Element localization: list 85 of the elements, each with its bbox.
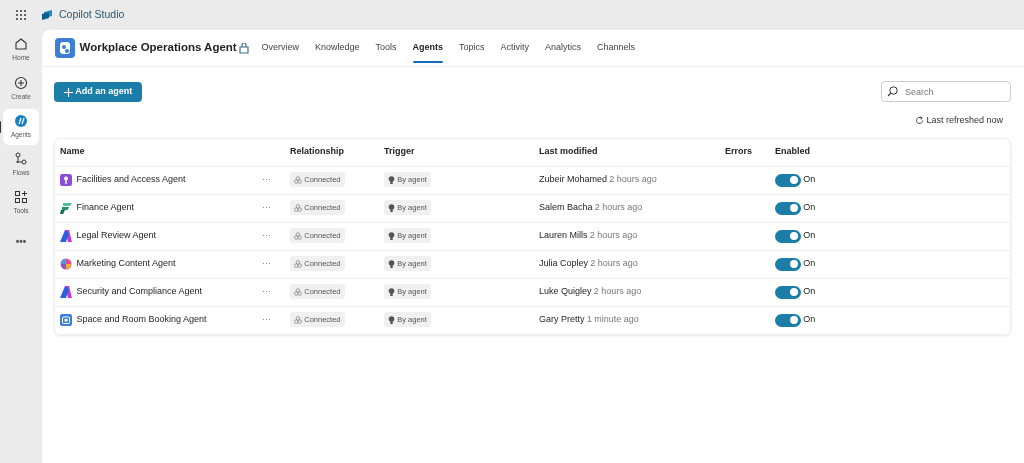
agent-name[interactable]: Space and Room Booking Agent (76, 313, 207, 327)
tools-icon (14, 190, 28, 205)
agent-logo-icon (60, 286, 72, 298)
agent-icon (55, 38, 75, 58)
refresh-icon[interactable] (915, 116, 925, 126)
tab[interactable]: Overview (253, 29, 307, 67)
toggle-label: On (803, 201, 816, 215)
link-icon (294, 315, 302, 324)
modified-time: 2 hours ago (594, 201, 643, 215)
bulb-icon (388, 259, 395, 268)
toggle-label: On (803, 257, 816, 271)
column-header: Name (60, 146, 85, 157)
app-launcher-icon[interactable] (16, 10, 26, 20)
column-header: Last modified (539, 146, 598, 157)
toggle-switch[interactable] (775, 173, 801, 187)
more-options-button[interactable]: ··· (262, 286, 271, 297)
agent-name[interactable]: Finance Agent (76, 201, 135, 215)
more-options-button[interactable]: ··· (262, 202, 271, 213)
column-header: Errors (725, 146, 752, 157)
refresh-status: Last refreshed now (926, 114, 1003, 127)
toggle-label: On (803, 285, 816, 299)
search-icon (887, 86, 898, 97)
tab[interactable]: Activity (492, 29, 538, 67)
toggle-switch[interactable] (775, 229, 801, 243)
toggle-switch[interactable] (775, 201, 801, 215)
modified-by: Julia Copley (539, 257, 589, 271)
tab[interactable]: Agents (404, 29, 452, 67)
agent-name[interactable]: Security and Compliance Agent (76, 285, 203, 299)
modified-by: Zubeir Mohamed (539, 173, 608, 187)
modified-time: 1 minute ago (586, 313, 639, 327)
modified-by: Salem Bacha (539, 201, 593, 215)
more-options-button[interactable]: ··· (262, 230, 271, 241)
link-icon (294, 287, 302, 296)
toggle-switch[interactable] (775, 285, 801, 299)
bulb-icon (388, 287, 395, 296)
agent-name[interactable]: Legal Review Agent (76, 229, 157, 243)
bulb-icon (388, 315, 395, 324)
key-icon (60, 174, 72, 186)
link-icon (294, 231, 302, 240)
tab[interactable]: Analytics (537, 29, 590, 67)
flow-icon (14, 152, 28, 167)
modified-time: 2 hours ago (590, 257, 638, 271)
agent-name[interactable]: Marketing Content Agent (76, 257, 176, 271)
more-button[interactable]: ••• (3, 223, 39, 260)
app-title: Copilot Studio (59, 7, 125, 23)
add-agent-button[interactable]: Add an agent (54, 82, 143, 102)
more-options-button[interactable]: ··· (262, 314, 271, 325)
plus-circle-icon (14, 75, 28, 90)
copilot-icon (60, 258, 72, 270)
more-options-button[interactable]: ··· (262, 258, 271, 269)
toggle-label: On (803, 173, 816, 187)
tab[interactable]: Tools (367, 29, 405, 67)
bulb-icon (388, 231, 395, 240)
bulb-icon (388, 203, 395, 212)
modified-by: Luke Quigley (539, 285, 592, 299)
toggle-switch[interactable] (775, 257, 801, 271)
agent-title: Workplace Operations Agent (79, 40, 237, 56)
toggle-label: On (803, 313, 816, 327)
link-icon (294, 203, 302, 212)
logo-icon (42, 10, 54, 20)
toggle-label: On (803, 229, 816, 243)
agent-name[interactable]: Facilities and Access Agent (76, 173, 186, 187)
toggle-switch[interactable] (775, 313, 801, 327)
tab[interactable]: Channels (589, 29, 644, 67)
column-header: Enabled (775, 146, 810, 157)
more-options-button[interactable]: ··· (262, 174, 271, 185)
modified-time: 2 hours ago (609, 173, 657, 187)
modified-by: Lauren Mills (539, 229, 588, 243)
agent-logo-icon (60, 230, 72, 242)
link-icon (294, 259, 302, 268)
home-icon (14, 37, 28, 52)
agents-icon (14, 113, 28, 128)
plus-icon (64, 87, 73, 97)
bulb-icon (388, 175, 395, 184)
tab[interactable]: Topics (451, 29, 493, 67)
tab[interactable]: Knowledge (306, 29, 368, 67)
modified-time: 2 hours ago (593, 285, 642, 299)
column-header: Relationship (290, 146, 344, 157)
search-field[interactable]: Search (881, 81, 1011, 102)
modified-time: 2 hours ago (589, 229, 638, 243)
link-icon (294, 175, 302, 184)
column-header: Trigger (384, 146, 415, 157)
modified-by: Gary Pretty (539, 313, 585, 327)
calendar-icon (60, 314, 72, 326)
finance-icon (60, 202, 72, 214)
